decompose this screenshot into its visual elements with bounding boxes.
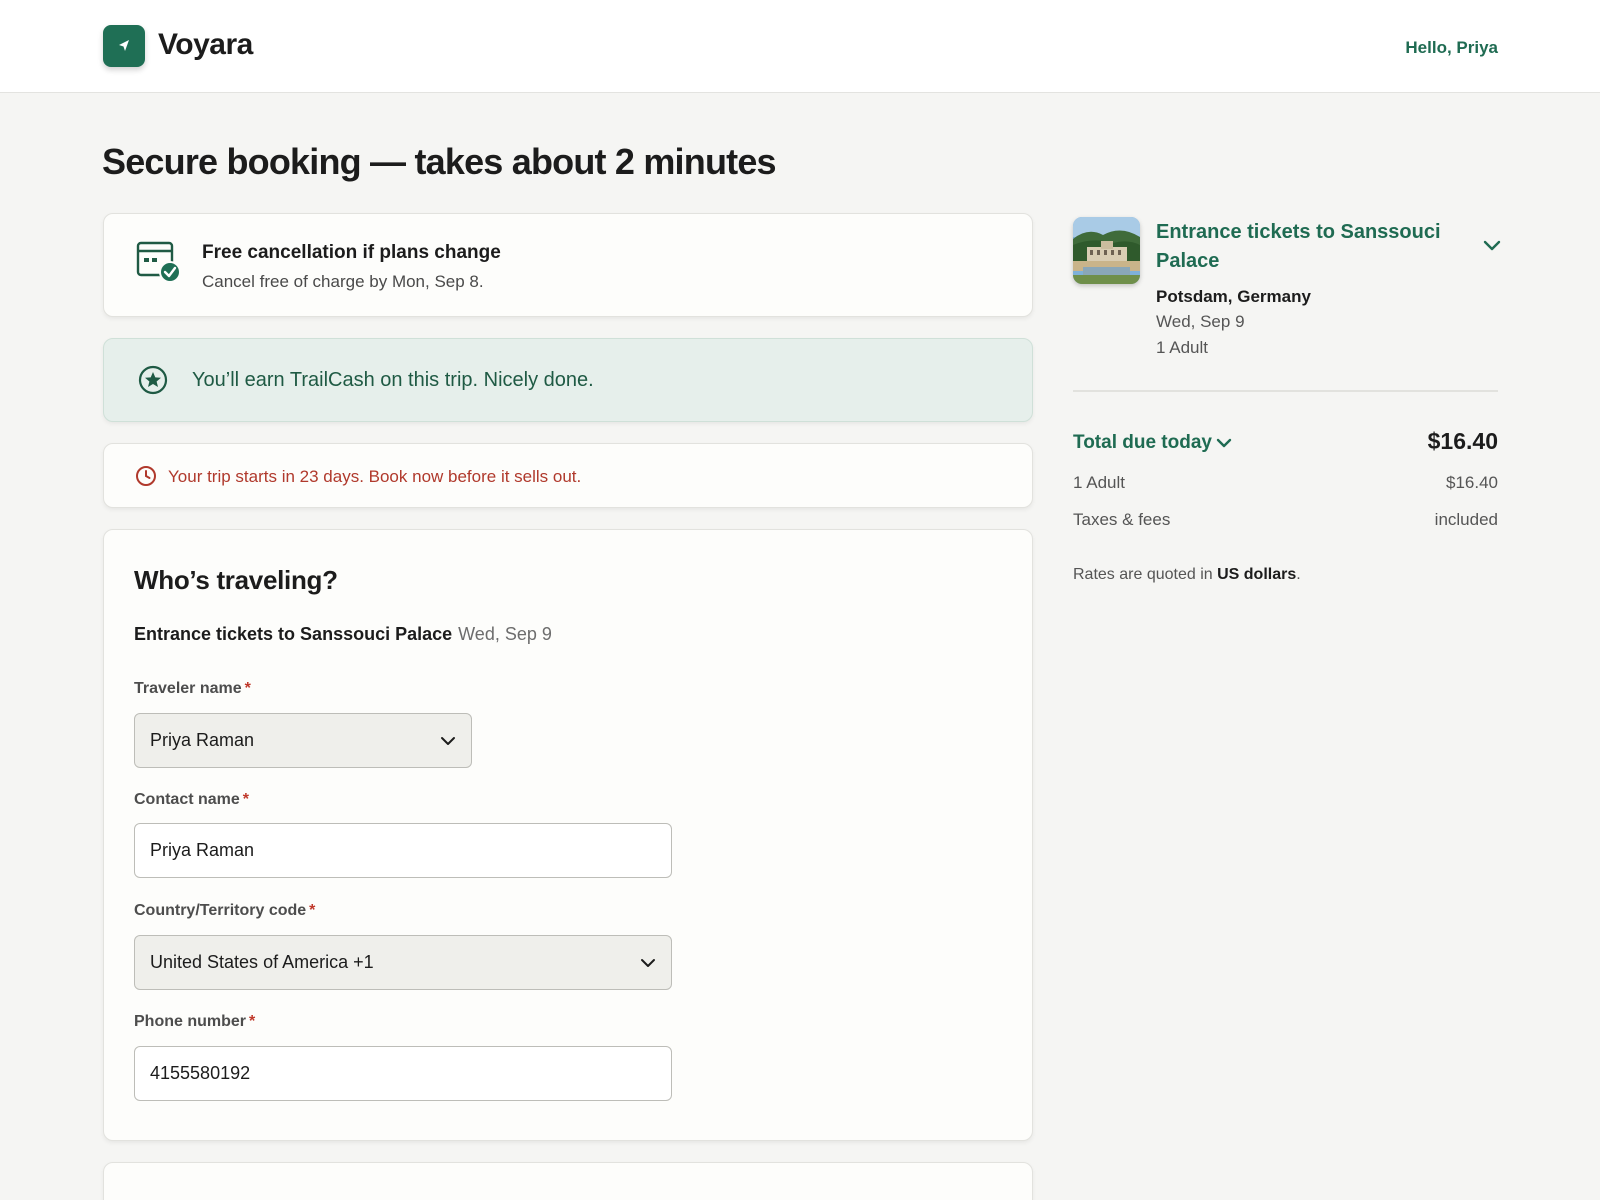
price-line-label: Taxes & fees — [1073, 510, 1171, 529]
brand-logo-icon[interactable] — [103, 25, 145, 67]
summary-quantity: 1 Adult — [1156, 338, 1208, 357]
country-code-selected-value: United States of America +1 — [150, 952, 374, 972]
summary-date: Wed, Sep 9 — [1156, 312, 1245, 331]
chevron-down-icon — [441, 736, 455, 745]
calendar-check-icon — [136, 240, 182, 289]
next-section-card — [103, 1162, 1033, 1200]
required-marker: * — [242, 791, 250, 808]
top-navigation-bar: Voyara Hello, Priya — [0, 0, 1600, 93]
summary-location: Potsdam, Germany — [1156, 287, 1311, 306]
traveler-name-select[interactable]: Priya Raman — [134, 713, 472, 768]
price-line-value: $16.40 — [1446, 473, 1498, 492]
navigation-arrow-icon — [119, 40, 129, 51]
summary-activity-title-link[interactable]: Entrance tickets to Sanssouci Palace — [1156, 218, 1456, 276]
activity-date: Wed, Sep 9 — [458, 624, 552, 644]
phone-number-label: Phone number * — [134, 1013, 256, 1030]
account-greeting-link[interactable]: Hello, Priya — [1405, 38, 1498, 58]
price-line-label: 1 Adult — [1073, 473, 1125, 492]
rewards-message: You’ll earn TrailCash on this trip. Nice… — [192, 369, 594, 391]
activity-summary-line: Entrance tickets to Sanssouci Palace Wed,… — [134, 624, 552, 645]
summary-divider — [1073, 390, 1498, 392]
contact-name-label: Contact name * — [134, 791, 250, 808]
currency-name: US dollars — [1217, 566, 1297, 583]
total-due-label: Total due today — [1073, 432, 1212, 453]
urgency-banner: Your trip starts in 23 days. Book now be… — [103, 443, 1033, 508]
required-marker: * — [249, 1013, 256, 1030]
chevron-down-icon — [641, 958, 655, 967]
total-due-toggle[interactable]: Total due today — [1073, 432, 1232, 454]
traveler-name-selected-value: Priya Raman — [150, 730, 255, 750]
cancellation-title: Free cancellation if plans change — [202, 242, 501, 263]
required-marker: * — [244, 680, 251, 697]
price-line-value: included — [1434, 510, 1498, 529]
activity-thumbnail-image — [1073, 217, 1140, 284]
free-cancellation-card: Free cancellation if plans change Cancel… — [103, 213, 1033, 317]
brand-name[interactable]: Voyara — [158, 28, 253, 62]
phone-number-input[interactable] — [150, 1063, 656, 1084]
country-code-select[interactable]: United States of America +1 — [134, 935, 672, 990]
clock-icon — [135, 465, 157, 492]
contact-name-input[interactable] — [150, 840, 656, 861]
phone-number-field[interactable] — [134, 1046, 672, 1101]
contact-name-field[interactable] — [134, 823, 672, 878]
cancellation-deadline: Cancel free of charge by Mon, Sep 8. — [202, 272, 484, 291]
currency-note: Rates are quoted in US dollars. — [1073, 566, 1301, 583]
travelers-form-card: Who’s traveling? Entrance tickets to San… — [103, 529, 1033, 1141]
travelers-heading: Who’s traveling? — [134, 565, 338, 595]
urgency-message: Your trip starts in 23 days. Book now be… — [168, 467, 582, 486]
traveler-name-label: Traveler name * — [134, 680, 251, 697]
required-marker: * — [309, 902, 316, 919]
activity-name: Entrance tickets to Sanssouci Palace — [134, 624, 453, 644]
total-due-amount: $16.40 — [1427, 428, 1498, 454]
chevron-down-icon[interactable] — [1483, 239, 1501, 257]
chevron-down-icon — [1216, 438, 1232, 447]
star-badge-icon — [138, 365, 168, 400]
country-code-label: Country/Territory code * — [134, 902, 316, 919]
rewards-banner: You’ll earn TrailCash on this trip. Nice… — [103, 338, 1033, 422]
page-title: Secure booking — takes about 2 minutes — [102, 141, 777, 182]
